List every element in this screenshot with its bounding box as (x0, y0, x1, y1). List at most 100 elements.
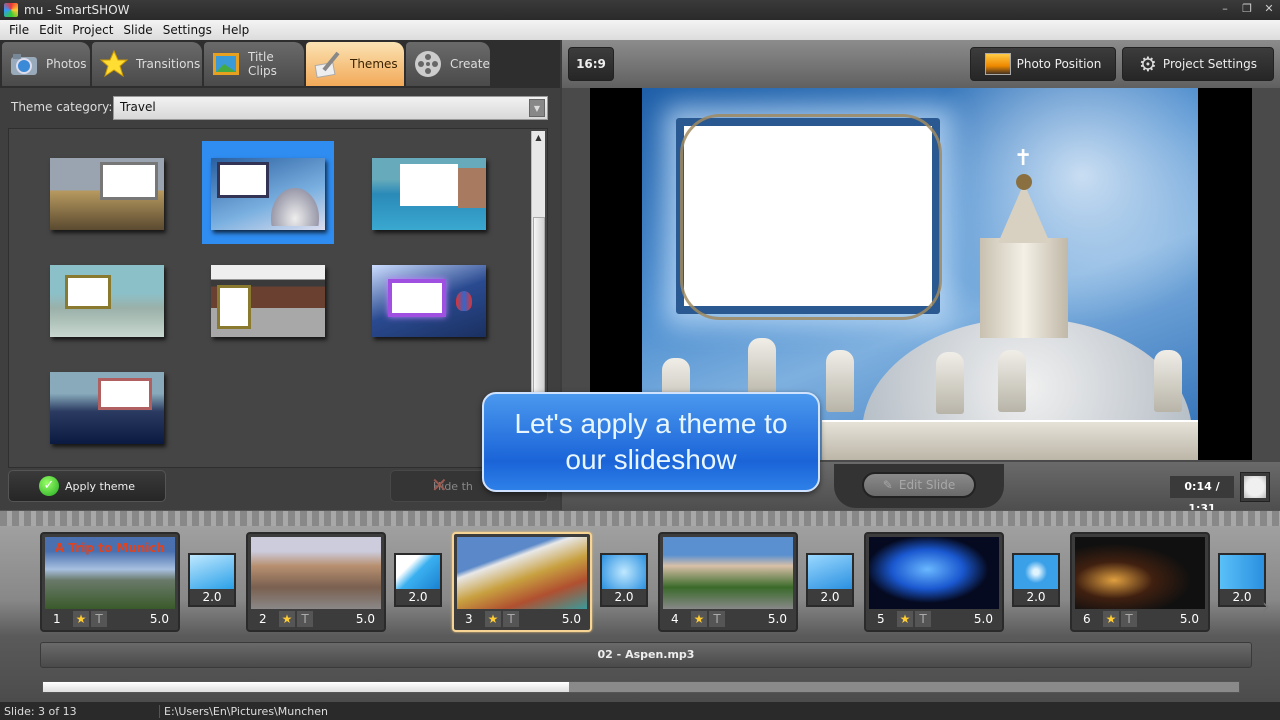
slide-meta: 4 ★ T 5.0 (663, 609, 793, 629)
statue (748, 338, 776, 400)
tab-label: Photos (46, 57, 87, 71)
slide-card[interactable]: 6 ★ T 5.0 (1070, 532, 1210, 632)
slide-duration: 5.0 (767, 612, 787, 626)
transition-card[interactable]: 2.0 (188, 553, 236, 607)
photo-position-icon (984, 53, 1011, 75)
star-icon[interactable]: ★ (897, 611, 913, 627)
transition-thumbnail (1014, 555, 1058, 589)
theme-thumb-2[interactable] (211, 158, 325, 230)
restore-button[interactable]: ❐ (1236, 0, 1258, 20)
slide-card[interactable]: 4 ★ T 5.0 (658, 532, 798, 632)
theme-thumb-3[interactable] (372, 158, 486, 230)
text-icon[interactable]: T (91, 611, 107, 627)
slide-card[interactable]: 3 ★ T 5.0 (452, 532, 592, 632)
tab-create[interactable]: Create (406, 42, 490, 86)
slide-thumbnail (251, 537, 381, 609)
star-icon[interactable]: ★ (485, 611, 501, 627)
transition-card[interactable]: 2.0 (1012, 553, 1060, 607)
slide-thumbnail (457, 537, 587, 609)
gear-icon: ⚙ (1138, 52, 1157, 76)
slide-number: 1 (53, 612, 61, 626)
text-icon[interactable]: T (503, 611, 519, 627)
theme-thumb-7[interactable] (50, 372, 164, 444)
tab-themes[interactable]: Themes (306, 42, 404, 86)
dome-orb (1016, 174, 1032, 190)
close-button[interactable]: ✕ (1258, 0, 1280, 20)
slide-duration: 5.0 (355, 612, 375, 626)
camera-icon (10, 50, 38, 78)
slide-meta: 2 ★ T 5.0 (251, 609, 381, 629)
balustrade (822, 420, 1198, 460)
audio-track[interactable]: 02 - Aspen.mp3 (40, 642, 1252, 668)
slide-thumbnail (869, 537, 999, 609)
slide-card[interactable]: A Trip to Munich 1 ★ T 5.0 (40, 532, 180, 632)
slide-number: 3 (465, 612, 473, 626)
star-icon[interactable]: ★ (691, 611, 707, 627)
theme-category-select[interactable]: Travel ▼ (113, 96, 548, 120)
star-icon[interactable]: ★ (279, 611, 295, 627)
tab-label: Title Clips (248, 50, 277, 78)
slide-thumbnail (1075, 537, 1205, 609)
slide-caption: A Trip to Munich (54, 541, 166, 555)
theme-thumb-1[interactable] (50, 158, 164, 230)
transition-card[interactable]: 2.0 (600, 553, 648, 607)
aspect-ratio-button[interactable]: 16:9 (568, 47, 614, 81)
preview-toolbar: 16:9 Photo Position ⚙ Project Settings (562, 40, 1280, 88)
menu-help[interactable]: Help (217, 23, 254, 37)
menu-edit[interactable]: Edit (34, 23, 67, 37)
menu-settings[interactable]: Settings (158, 23, 217, 37)
transition-duration: 2.0 (1232, 590, 1252, 604)
star-icon[interactable]: ★ (73, 611, 89, 627)
transition-thumbnail (396, 555, 440, 589)
menu-slide[interactable]: Slide (118, 23, 157, 37)
theme-thumb-6[interactable] (372, 265, 486, 337)
menu-file[interactable]: File (4, 23, 34, 37)
tab-photos[interactable]: Photos (2, 42, 90, 86)
tab-transitions[interactable]: Transitions (92, 42, 202, 86)
chevron-down-icon[interactable]: ▼ (529, 99, 545, 117)
filmstrip-perforation (0, 510, 1280, 526)
theme-thumb-4[interactable] (50, 265, 164, 337)
theme-thumb-5[interactable] (211, 265, 325, 337)
slide-meta: 6 ★ T 5.0 (1075, 609, 1205, 629)
cross-icon: ✝ (1014, 146, 1033, 171)
film-reel-icon (414, 50, 442, 78)
transition-card[interactable]: 2.0 (806, 553, 854, 607)
transition-card[interactable]: 2.0 (1218, 553, 1266, 607)
statue (826, 350, 854, 412)
transition-thumbnail (190, 555, 234, 589)
text-icon[interactable]: T (1121, 611, 1137, 627)
slide-card[interactable]: 2 ★ T 5.0 (246, 532, 386, 632)
timeline-scrollbar[interactable] (42, 681, 1240, 693)
project-settings-label: Project Settings (1162, 57, 1258, 71)
slide-card[interactable]: 5 ★ T 5.0 (864, 532, 1004, 632)
star-icon[interactable]: ★ (1103, 611, 1119, 627)
statue (936, 352, 964, 414)
statue (1154, 350, 1182, 412)
scroll-up-icon[interactable]: ▲ (532, 131, 545, 145)
timeline-scrollbar-thumb[interactable] (43, 682, 570, 692)
transition-thumbnail (1220, 555, 1264, 589)
project-settings-button[interactable]: ⚙ Project Settings (1122, 47, 1274, 81)
minimize-button[interactable]: – (1214, 0, 1236, 20)
text-icon[interactable]: T (915, 611, 931, 627)
brush-icon (314, 50, 342, 78)
photo-position-label: Photo Position (1016, 57, 1102, 71)
menu-bar: File Edit Project Slide Settings Help (0, 20, 1280, 40)
edit-slide-button[interactable]: ✎ Edit Slide (862, 472, 976, 498)
text-icon[interactable]: T (709, 611, 725, 627)
tab-title-clips[interactable]: Title Clips (204, 42, 304, 86)
slide-counter: Slide: 3 of 13 (0, 704, 160, 718)
fullscreen-icon (1244, 476, 1266, 498)
main-tabs: Photos Transitions Title Clips Themes Cr… (0, 40, 560, 88)
menu-project[interactable]: Project (67, 23, 118, 37)
slide-duration: 5.0 (149, 612, 169, 626)
fullscreen-button[interactable] (1240, 472, 1270, 502)
apply-theme-button[interactable]: ✓ Apply theme (8, 470, 166, 502)
transition-duration: 2.0 (202, 590, 222, 604)
photo-position-button[interactable]: Photo Position (970, 47, 1116, 81)
transition-card[interactable]: 2.0 (394, 553, 442, 607)
star-icon (100, 50, 128, 78)
chevron-right-icon[interactable]: › (1262, 594, 1270, 618)
text-icon[interactable]: T (297, 611, 313, 627)
